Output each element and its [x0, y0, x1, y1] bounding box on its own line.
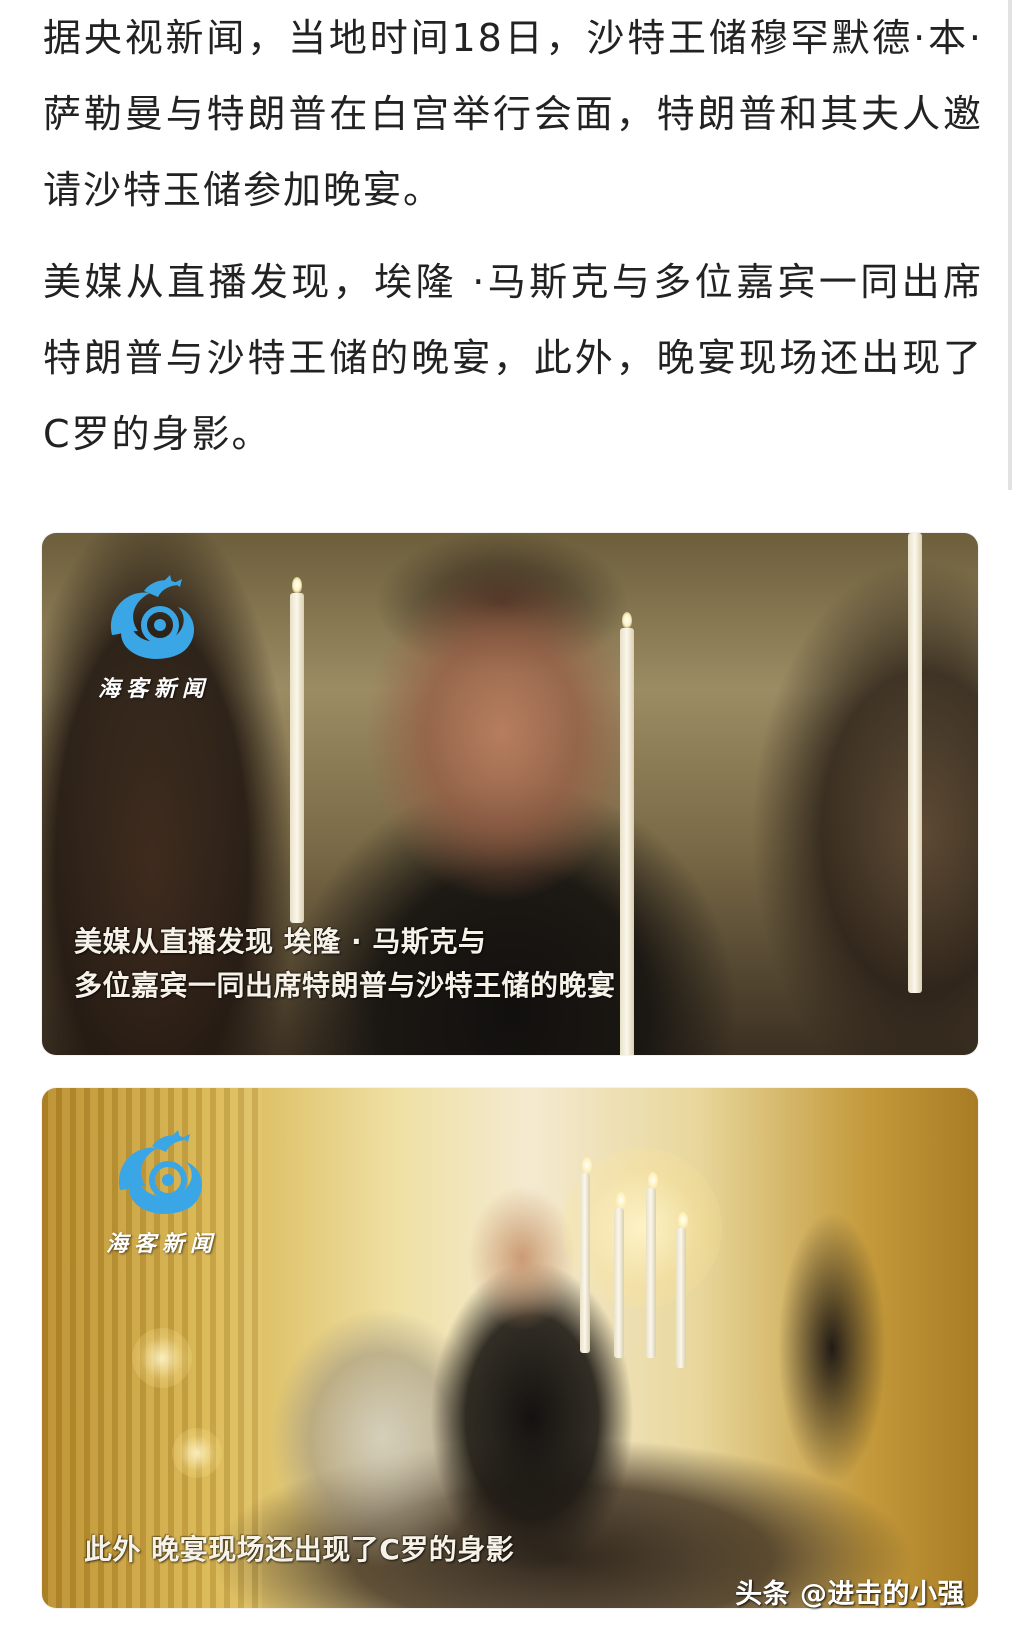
candle — [290, 577, 304, 923]
caption-line: 美媒从直播发现 埃隆 · 马斯克与 — [74, 925, 487, 958]
video-frame-ronaldo[interactable]: 海客新闻 此外 晚宴现场还出现了C罗的身影 — [42, 1088, 978, 1608]
news-logo: 海客新闻 — [92, 1128, 232, 1258]
haike-news-logo-icon — [118, 1130, 203, 1214]
logo-text: 海客新闻 — [97, 676, 210, 702]
video-caption: 美媒从直播发现 埃隆 · 马斯克与 多位嘉宾一同出席特朗普与沙特王储的晚宴 — [74, 920, 616, 1008]
haike-news-logo-icon — [110, 575, 195, 659]
video-frame-musk[interactable]: 海客新闻 美媒从直播发现 埃隆 · 马斯克与 多位嘉宾一同出席特朗普与沙特王储的… — [42, 533, 978, 1055]
candle — [908, 533, 922, 993]
candle — [676, 1212, 688, 1368]
article-paragraph: 美媒从直播发现，埃隆 ·马斯克与多位嘉宾一同出席特朗普与沙特王储的晚宴，此外，晚… — [43, 260, 983, 456]
scrollbar[interactable] — [1008, 0, 1012, 490]
source-watermark: 头条 @进击的小强 — [735, 1579, 965, 1610]
candle-glow — [172, 1428, 222, 1478]
candle-glow — [132, 1328, 192, 1388]
article-paragraph: 据央视新闻，当地时间18日，沙特王储穆罕默德·本·萨勒曼与特朗普在白宫举行会面，… — [43, 16, 983, 212]
video-caption: 此外 晚宴现场还出现了C罗的身影 — [84, 1528, 514, 1572]
caption-line: 多位嘉宾一同出席特朗普与沙特王储的晚宴 — [74, 969, 616, 1002]
article-body: 据央视新闻，当地时间18日，沙特王储穆罕默德·本·萨勒曼与特朗普在白宫举行会面，… — [43, 0, 983, 472]
article-page: { "article": { "paragraphs": [ "据央视新闻，当地… — [0, 0, 1020, 1625]
candle — [580, 1157, 592, 1353]
caption-line: 此外 晚宴现场还出现了C罗的身影 — [84, 1533, 515, 1566]
logo-text: 海客新闻 — [105, 1231, 218, 1257]
candle — [614, 1192, 626, 1358]
news-logo: 海客新闻 — [84, 573, 224, 703]
candle — [646, 1172, 658, 1358]
candle — [620, 612, 634, 1055]
